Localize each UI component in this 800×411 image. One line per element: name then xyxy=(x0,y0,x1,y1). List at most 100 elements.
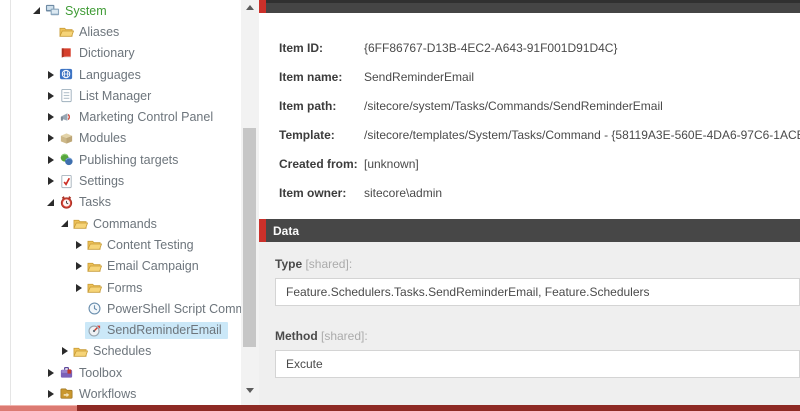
quick-info-section: Item ID:{6FF86767-D13B-4EC2-A643-91F001D… xyxy=(259,13,800,219)
scroll-up-arrow-icon[interactable] xyxy=(241,0,259,14)
tree-item-label: List Manager xyxy=(79,89,151,103)
folder-icon xyxy=(59,24,74,39)
megaphone-icon xyxy=(59,110,74,125)
tree-item-tasks[interactable]: Tasks xyxy=(0,192,241,213)
tree-item-content[interactable]: Modules xyxy=(57,130,132,147)
tree-item-content[interactable]: Content Testing xyxy=(85,236,200,253)
horizontal-scrollbar-thumb[interactable] xyxy=(0,405,77,411)
tree-item-schedules[interactable]: Schedules xyxy=(0,341,241,362)
tree-item-list-manager[interactable]: List Manager xyxy=(0,85,241,106)
tree-item-content-testing[interactable]: Content Testing xyxy=(0,234,241,255)
tree-item-toolbox[interactable]: Toolbox xyxy=(0,362,241,383)
tree-item-system[interactable]: System xyxy=(0,0,241,21)
scroll-down-arrow-icon[interactable] xyxy=(241,383,259,397)
vertical-scrollbar-thumb[interactable] xyxy=(243,128,256,347)
field-label-method: Method [shared]: xyxy=(275,328,800,344)
field-label-type: Type [shared]: xyxy=(275,256,800,272)
expand-arrow-icon[interactable] xyxy=(44,134,57,142)
quick-info-label: Item name: xyxy=(279,70,364,84)
tree-item-publishing-targets[interactable]: Publishing targets xyxy=(0,149,241,170)
clock-icon xyxy=(87,301,102,316)
tree-item-content[interactable]: Settings xyxy=(57,173,130,190)
tree-item-powershell-script-command[interactable]: PowerShell Script Command xyxy=(0,298,241,319)
horizontal-scrollbar[interactable] xyxy=(0,405,800,411)
tree-item-languages[interactable]: Languages xyxy=(0,64,241,85)
toolbox-icon xyxy=(59,365,74,380)
field-shared-label: [shared]: xyxy=(302,257,352,271)
expand-arrow-icon[interactable] xyxy=(44,390,57,398)
collapsed-section-bar[interactable] xyxy=(259,0,800,13)
folder-icon xyxy=(73,216,88,231)
collapse-arrow-icon[interactable] xyxy=(30,7,43,14)
tree-item-content[interactable]: Schedules xyxy=(71,343,157,360)
tree-item-commands[interactable]: Commands xyxy=(0,213,241,234)
tree-item-sendreminderemail[interactable]: SendReminderEmail xyxy=(0,319,241,340)
tree-item-dictionary[interactable]: Dictionary xyxy=(0,43,241,64)
tree-item-modules[interactable]: Modules xyxy=(0,128,241,149)
quick-info-value: /sitecore/system/Tasks/Commands/SendRemi… xyxy=(364,99,663,113)
tree-item-content[interactable]: Languages xyxy=(57,66,147,83)
tree-item-label: Email Campaign xyxy=(107,259,199,273)
tree-item-label: Toolbox xyxy=(79,366,122,380)
tree-item-content[interactable]: Publishing targets xyxy=(57,151,184,168)
expand-arrow-icon[interactable] xyxy=(44,113,57,121)
tree-item-workflows[interactable]: Workflows xyxy=(0,383,241,404)
section-accent xyxy=(259,219,266,242)
quick-info-row-item-id: Item ID:{6FF86767-D13B-4EC2-A643-91F001D… xyxy=(279,33,800,62)
tree-item-label: Settings xyxy=(79,174,124,188)
expand-arrow-icon[interactable] xyxy=(44,369,57,377)
tree-item-label: Content Testing xyxy=(107,238,194,252)
tree-item-label: Marketing Control Panel xyxy=(79,110,213,124)
folder-icon xyxy=(87,259,102,274)
content-tree: System Aliases Dictionary Languages List Man… xyxy=(0,0,241,405)
system-icon xyxy=(45,3,60,18)
tree-item-label: Workflows xyxy=(79,387,136,401)
tree-item-settings[interactable]: Settings xyxy=(0,170,241,191)
expand-arrow-icon[interactable] xyxy=(72,262,85,270)
item-editor-panel: Item ID:{6FF86767-D13B-4EC2-A643-91F001D… xyxy=(259,0,800,405)
tree-item-content[interactable]: PowerShell Script Command xyxy=(85,300,241,317)
field-input-type[interactable] xyxy=(275,278,800,306)
tree-vertical-scrollbar[interactable] xyxy=(241,0,259,405)
tree-item-content[interactable]: System xyxy=(43,2,113,19)
tree-item-marketing-control-panel[interactable]: Marketing Control Panel xyxy=(0,106,241,127)
collapse-arrow-icon[interactable] xyxy=(44,199,57,206)
tree-item-label: SendReminderEmail xyxy=(107,323,222,337)
expand-arrow-icon[interactable] xyxy=(44,177,57,185)
languages-icon xyxy=(59,67,74,82)
data-section-header[interactable]: Data xyxy=(259,219,800,242)
tree-item-content[interactable]: Workflows xyxy=(57,385,142,402)
list-manager-icon xyxy=(59,88,74,103)
tree-item-selected-highlight[interactable]: SendReminderEmail xyxy=(85,322,228,339)
tree-item-content[interactable]: Marketing Control Panel xyxy=(57,109,219,126)
tree-item-content[interactable]: List Manager xyxy=(57,87,157,104)
tree-item-label: Forms xyxy=(107,281,142,295)
tree-item-content[interactable]: Dictionary xyxy=(57,45,141,62)
expand-arrow-icon[interactable] xyxy=(58,347,71,355)
expand-arrow-icon[interactable] xyxy=(44,92,57,100)
quick-info-label: Item owner: xyxy=(279,186,364,200)
tree-item-aliases[interactable]: Aliases xyxy=(0,21,241,42)
gauge-icon xyxy=(87,323,102,338)
collapse-arrow-icon[interactable] xyxy=(58,220,71,227)
quick-info-label: Created from: xyxy=(279,157,364,171)
folder-icon xyxy=(73,344,88,359)
tree-item-content[interactable]: Toolbox xyxy=(57,364,128,381)
expand-arrow-icon[interactable] xyxy=(44,71,57,79)
modules-icon xyxy=(59,131,74,146)
tree-item-content[interactable]: Email Campaign xyxy=(85,258,205,275)
quick-info-row-item-path: Item path:/sitecore/system/Tasks/Command… xyxy=(279,91,800,120)
tree-item-content[interactable]: Tasks xyxy=(57,194,117,211)
tree-item-email-campaign[interactable]: Email Campaign xyxy=(0,256,241,277)
field-name: Method xyxy=(275,329,318,343)
tree-item-forms[interactable]: Forms xyxy=(0,277,241,298)
tree-item-content[interactable]: Aliases xyxy=(57,23,125,40)
data-section-title: Data xyxy=(273,224,299,238)
tree-item-content[interactable]: Forms xyxy=(85,279,148,296)
tree-item-content[interactable]: Commands xyxy=(71,215,163,232)
expand-arrow-icon[interactable] xyxy=(72,284,85,292)
quick-info-row-created-from: Created from:[unknown] xyxy=(279,149,800,178)
expand-arrow-icon[interactable] xyxy=(72,241,85,249)
expand-arrow-icon[interactable] xyxy=(44,156,57,164)
field-input-method[interactable] xyxy=(275,350,800,378)
